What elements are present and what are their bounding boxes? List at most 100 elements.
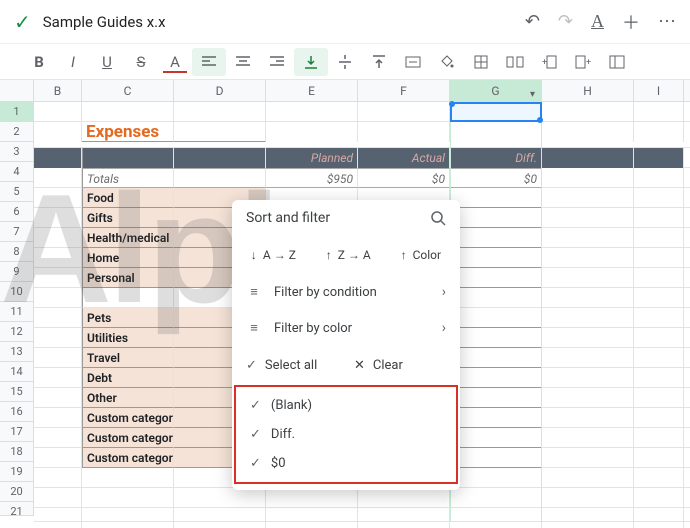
cell[interactable] — [542, 122, 634, 142]
sort-az-button[interactable]: ↓A → Z — [243, 242, 304, 268]
fill-color-button[interactable] — [430, 48, 464, 76]
row-header-15[interactable]: 15 — [0, 382, 34, 402]
cell[interactable] — [542, 102, 634, 122]
cell[interactable] — [634, 208, 684, 228]
cell[interactable] — [542, 208, 634, 228]
cell[interactable] — [634, 102, 684, 122]
cell[interactable]: Expenses — [82, 122, 174, 142]
cell[interactable] — [634, 388, 684, 408]
cell[interactable]: $0 — [358, 168, 450, 188]
cell[interactable]: Pets — [82, 308, 174, 328]
cell[interactable] — [450, 288, 542, 308]
cell[interactable] — [542, 388, 634, 408]
row-header-13[interactable]: 13 — [0, 342, 34, 362]
row-header-7[interactable]: 7 — [0, 222, 34, 242]
filter-value-item[interactable]: ✓Diff. — [236, 420, 456, 449]
cell[interactable] — [34, 288, 82, 308]
cell[interactable] — [82, 468, 174, 488]
italic-button[interactable]: I — [56, 48, 90, 76]
sort-color-button[interactable]: ↑Color — [393, 242, 449, 268]
wrap-button[interactable] — [396, 48, 430, 76]
row-header-5[interactable]: 5 — [0, 182, 34, 202]
cell[interactable] — [634, 488, 684, 508]
cell[interactable] — [542, 148, 634, 168]
row-header-17[interactable]: 17 — [0, 422, 34, 442]
cell[interactable]: $0 — [450, 168, 542, 188]
strike-button[interactable]: S — [124, 48, 158, 76]
cell[interactable] — [34, 408, 82, 428]
cell[interactable] — [450, 488, 542, 508]
align-center-button[interactable] — [226, 48, 260, 76]
cell[interactable] — [542, 248, 634, 268]
row-header-21[interactable]: 21 — [0, 502, 34, 516]
cell[interactable] — [542, 348, 634, 368]
cell[interactable] — [450, 448, 542, 468]
cell[interactable] — [450, 228, 542, 248]
col-header-H[interactable]: H — [542, 80, 634, 101]
cell[interactable] — [450, 408, 542, 428]
align-left-button[interactable] — [192, 48, 226, 76]
row-header-9[interactable]: 9 — [0, 262, 34, 282]
cell[interactable] — [542, 508, 634, 528]
cell[interactable] — [542, 428, 634, 448]
cell[interactable] — [634, 348, 684, 368]
cell[interactable] — [634, 328, 684, 348]
select-all-button[interactable]: ✓Select all — [238, 354, 346, 377]
cell[interactable] — [542, 408, 634, 428]
cell[interactable] — [542, 488, 634, 508]
cell[interactable]: Home — [82, 248, 174, 268]
col-header-B[interactable]: B — [34, 80, 82, 101]
row-header-19[interactable]: 19 — [0, 462, 34, 482]
row-header-20[interactable]: 20 — [0, 482, 34, 502]
row-header-11[interactable]: 11 — [0, 302, 34, 322]
cell[interactable] — [82, 508, 174, 528]
filter-by-condition[interactable]: ≡ Filter by condition › — [232, 274, 460, 310]
cell[interactable] — [34, 148, 82, 168]
cell[interactable] — [34, 122, 82, 142]
underline-button[interactable]: U — [90, 48, 124, 76]
sort-za-button[interactable]: ↑Z → A — [318, 242, 379, 268]
row-header-16[interactable]: 16 — [0, 402, 34, 422]
add-button[interactable]: ＋ — [622, 9, 640, 35]
cell[interactable] — [634, 508, 684, 528]
row-headers[interactable]: 123456789101112131415161718192021 — [0, 102, 34, 522]
cell[interactable] — [82, 148, 174, 168]
cell[interactable] — [634, 268, 684, 288]
cell[interactable] — [634, 168, 684, 188]
col-header-C[interactable]: C — [82, 80, 174, 101]
cell[interactable] — [450, 268, 542, 288]
insert-col-left-button[interactable]: + — [532, 48, 566, 76]
cell[interactable]: Debt — [82, 368, 174, 388]
cell[interactable]: Travel — [82, 348, 174, 368]
cell[interactable] — [634, 122, 684, 142]
column-headers[interactable]: B C D E F G▾ H I — [0, 80, 690, 102]
cell[interactable]: Custom category 3 — [82, 448, 174, 468]
cell[interactable] — [266, 102, 358, 122]
row-header-1[interactable]: 1 — [0, 102, 34, 122]
cell[interactable] — [542, 288, 634, 308]
cell[interactable] — [358, 508, 450, 528]
cell[interactable] — [634, 228, 684, 248]
cell[interactable] — [34, 102, 82, 122]
cell[interactable] — [174, 102, 266, 122]
valign-middle-button[interactable] — [328, 48, 362, 76]
cell[interactable] — [34, 188, 82, 208]
undo-button[interactable]: ↶ — [525, 11, 540, 32]
filter-value-item[interactable]: ✓(Blank) — [236, 391, 456, 420]
cell[interactable] — [634, 188, 684, 208]
cell[interactable] — [358, 102, 450, 122]
select-all-corner[interactable] — [0, 80, 34, 101]
cell[interactable] — [542, 268, 634, 288]
cell[interactable] — [542, 448, 634, 468]
col-header-G[interactable]: G▾ — [450, 80, 542, 101]
cell[interactable] — [358, 122, 450, 142]
cell[interactable] — [634, 368, 684, 388]
cell[interactable] — [34, 348, 82, 368]
cell[interactable] — [34, 268, 82, 288]
cell[interactable] — [174, 148, 266, 168]
cell[interactable] — [82, 102, 174, 122]
borders-button[interactable] — [464, 48, 498, 76]
cell[interactable] — [266, 508, 358, 528]
col-header-E[interactable]: E — [266, 80, 358, 101]
row-header-3[interactable]: 3 — [0, 142, 34, 162]
